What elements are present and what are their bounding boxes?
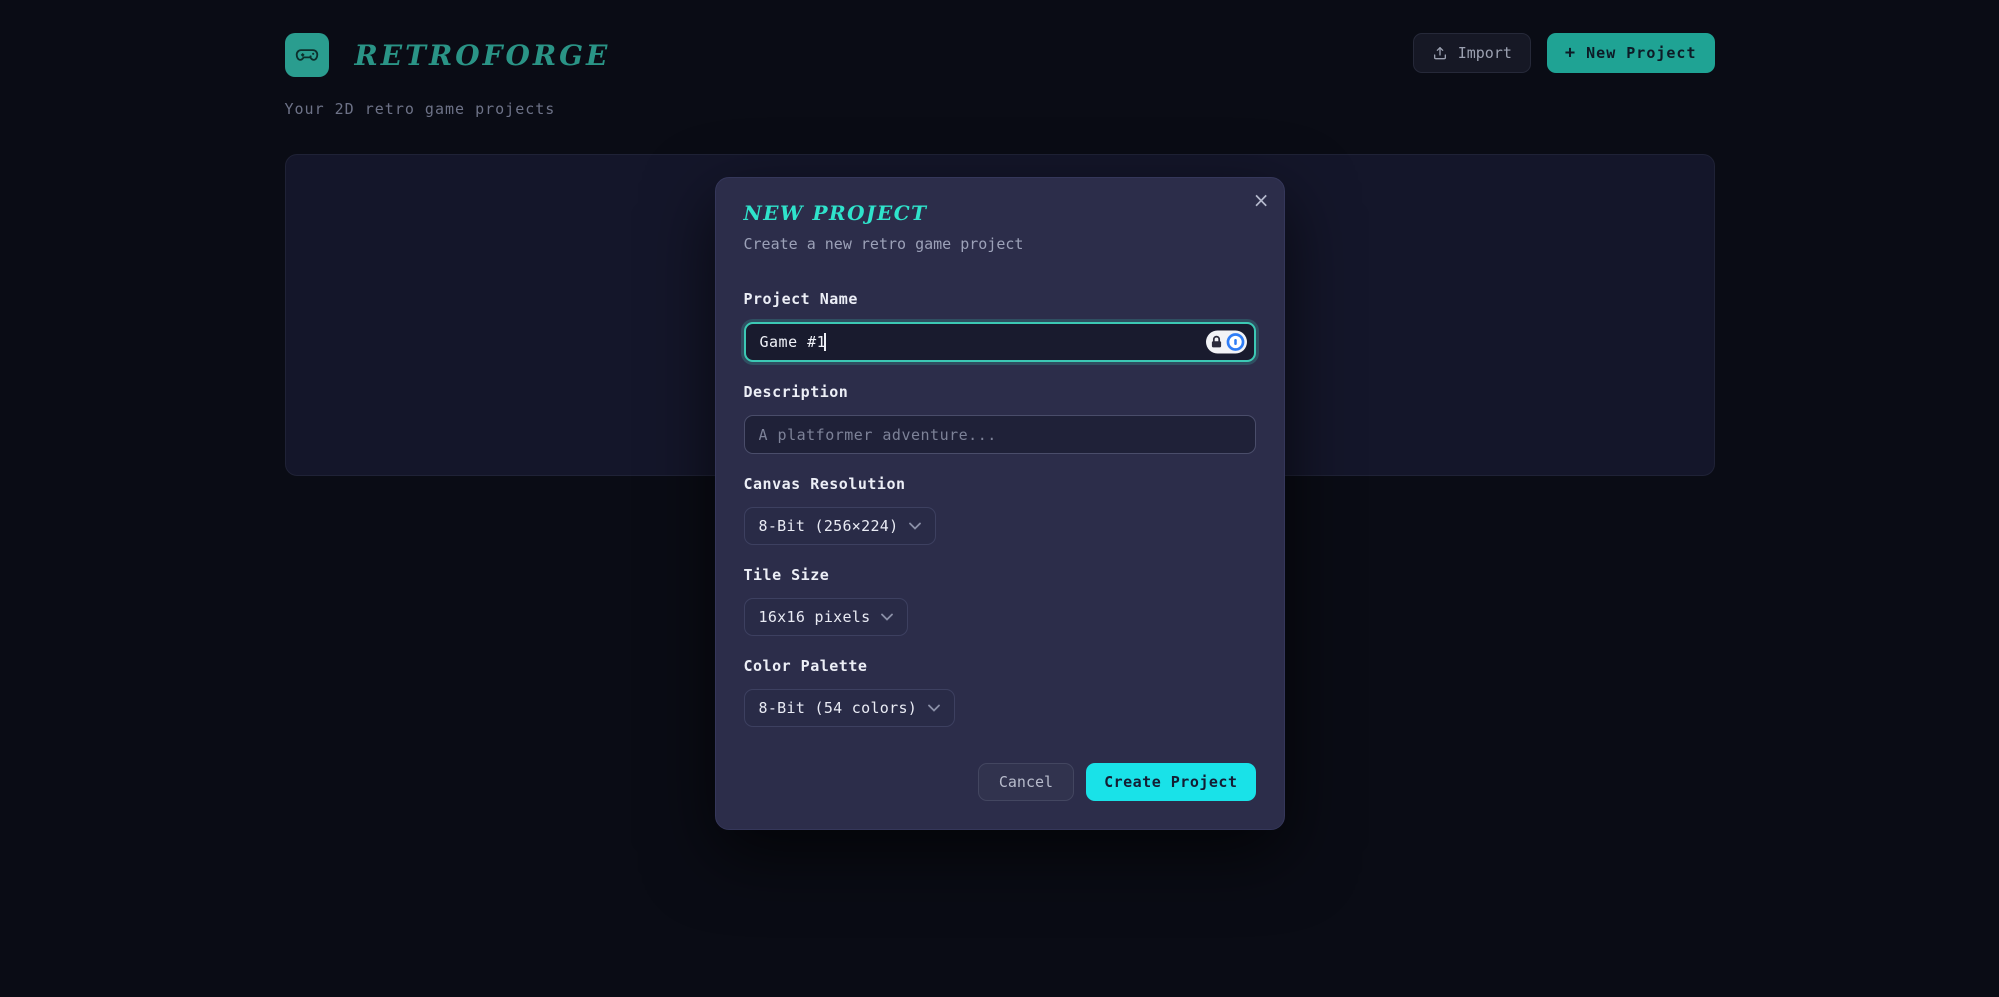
text-caret	[823, 333, 826, 351]
modal-subtitle: Create a new retro game project	[743, 235, 1024, 253]
modal-title: NEW PROJECT	[743, 201, 928, 225]
description-input[interactable]	[743, 415, 1256, 454]
chevron-down-icon	[881, 613, 894, 621]
color-palette-label: Color Palette	[743, 657, 868, 675]
new-project-modal: × NEW PROJECT Create a new retro game pr…	[714, 177, 1285, 830]
create-project-button[interactable]: Create Project	[1086, 763, 1256, 801]
project-name-input-wrap	[743, 322, 1256, 362]
lock-icon	[1208, 334, 1225, 351]
project-name-label: Project Name	[743, 290, 858, 308]
tile-size-label: Tile Size	[743, 566, 830, 584]
close-icon[interactable]: ×	[1253, 190, 1270, 210]
chevron-down-icon	[928, 704, 941, 712]
canvas-resolution-value: 8-Bit (256×224)	[758, 517, 899, 535]
tile-size-select[interactable]: 16x16 pixels	[743, 598, 909, 636]
color-palette-value: 8-Bit (54 colors)	[758, 699, 918, 717]
project-name-input[interactable]	[743, 322, 1256, 362]
color-palette-group: Color Palette 8-Bit (54 colors)	[743, 657, 1256, 727]
tile-size-value: 16x16 pixels	[758, 608, 871, 626]
canvas-resolution-group: Canvas Resolution 8-Bit (256×224)	[743, 475, 1256, 545]
canvas-resolution-label: Canvas Resolution	[743, 475, 906, 493]
color-palette-select[interactable]: 8-Bit (54 colors)	[743, 689, 956, 727]
cancel-button[interactable]: Cancel	[977, 763, 1075, 801]
description-group: Description	[743, 383, 1256, 454]
description-label: Description	[743, 383, 849, 401]
onepassword-icon	[1226, 333, 1245, 352]
project-name-group: Project Name	[743, 290, 1256, 362]
password-manager-badge[interactable]	[1205, 330, 1247, 354]
modal-footer: Cancel Create Project	[744, 763, 1256, 801]
canvas-resolution-select[interactable]: 8-Bit (256×224)	[743, 507, 937, 545]
tile-size-group: Tile Size 16x16 pixels	[743, 566, 1256, 636]
chevron-down-icon	[909, 522, 922, 530]
